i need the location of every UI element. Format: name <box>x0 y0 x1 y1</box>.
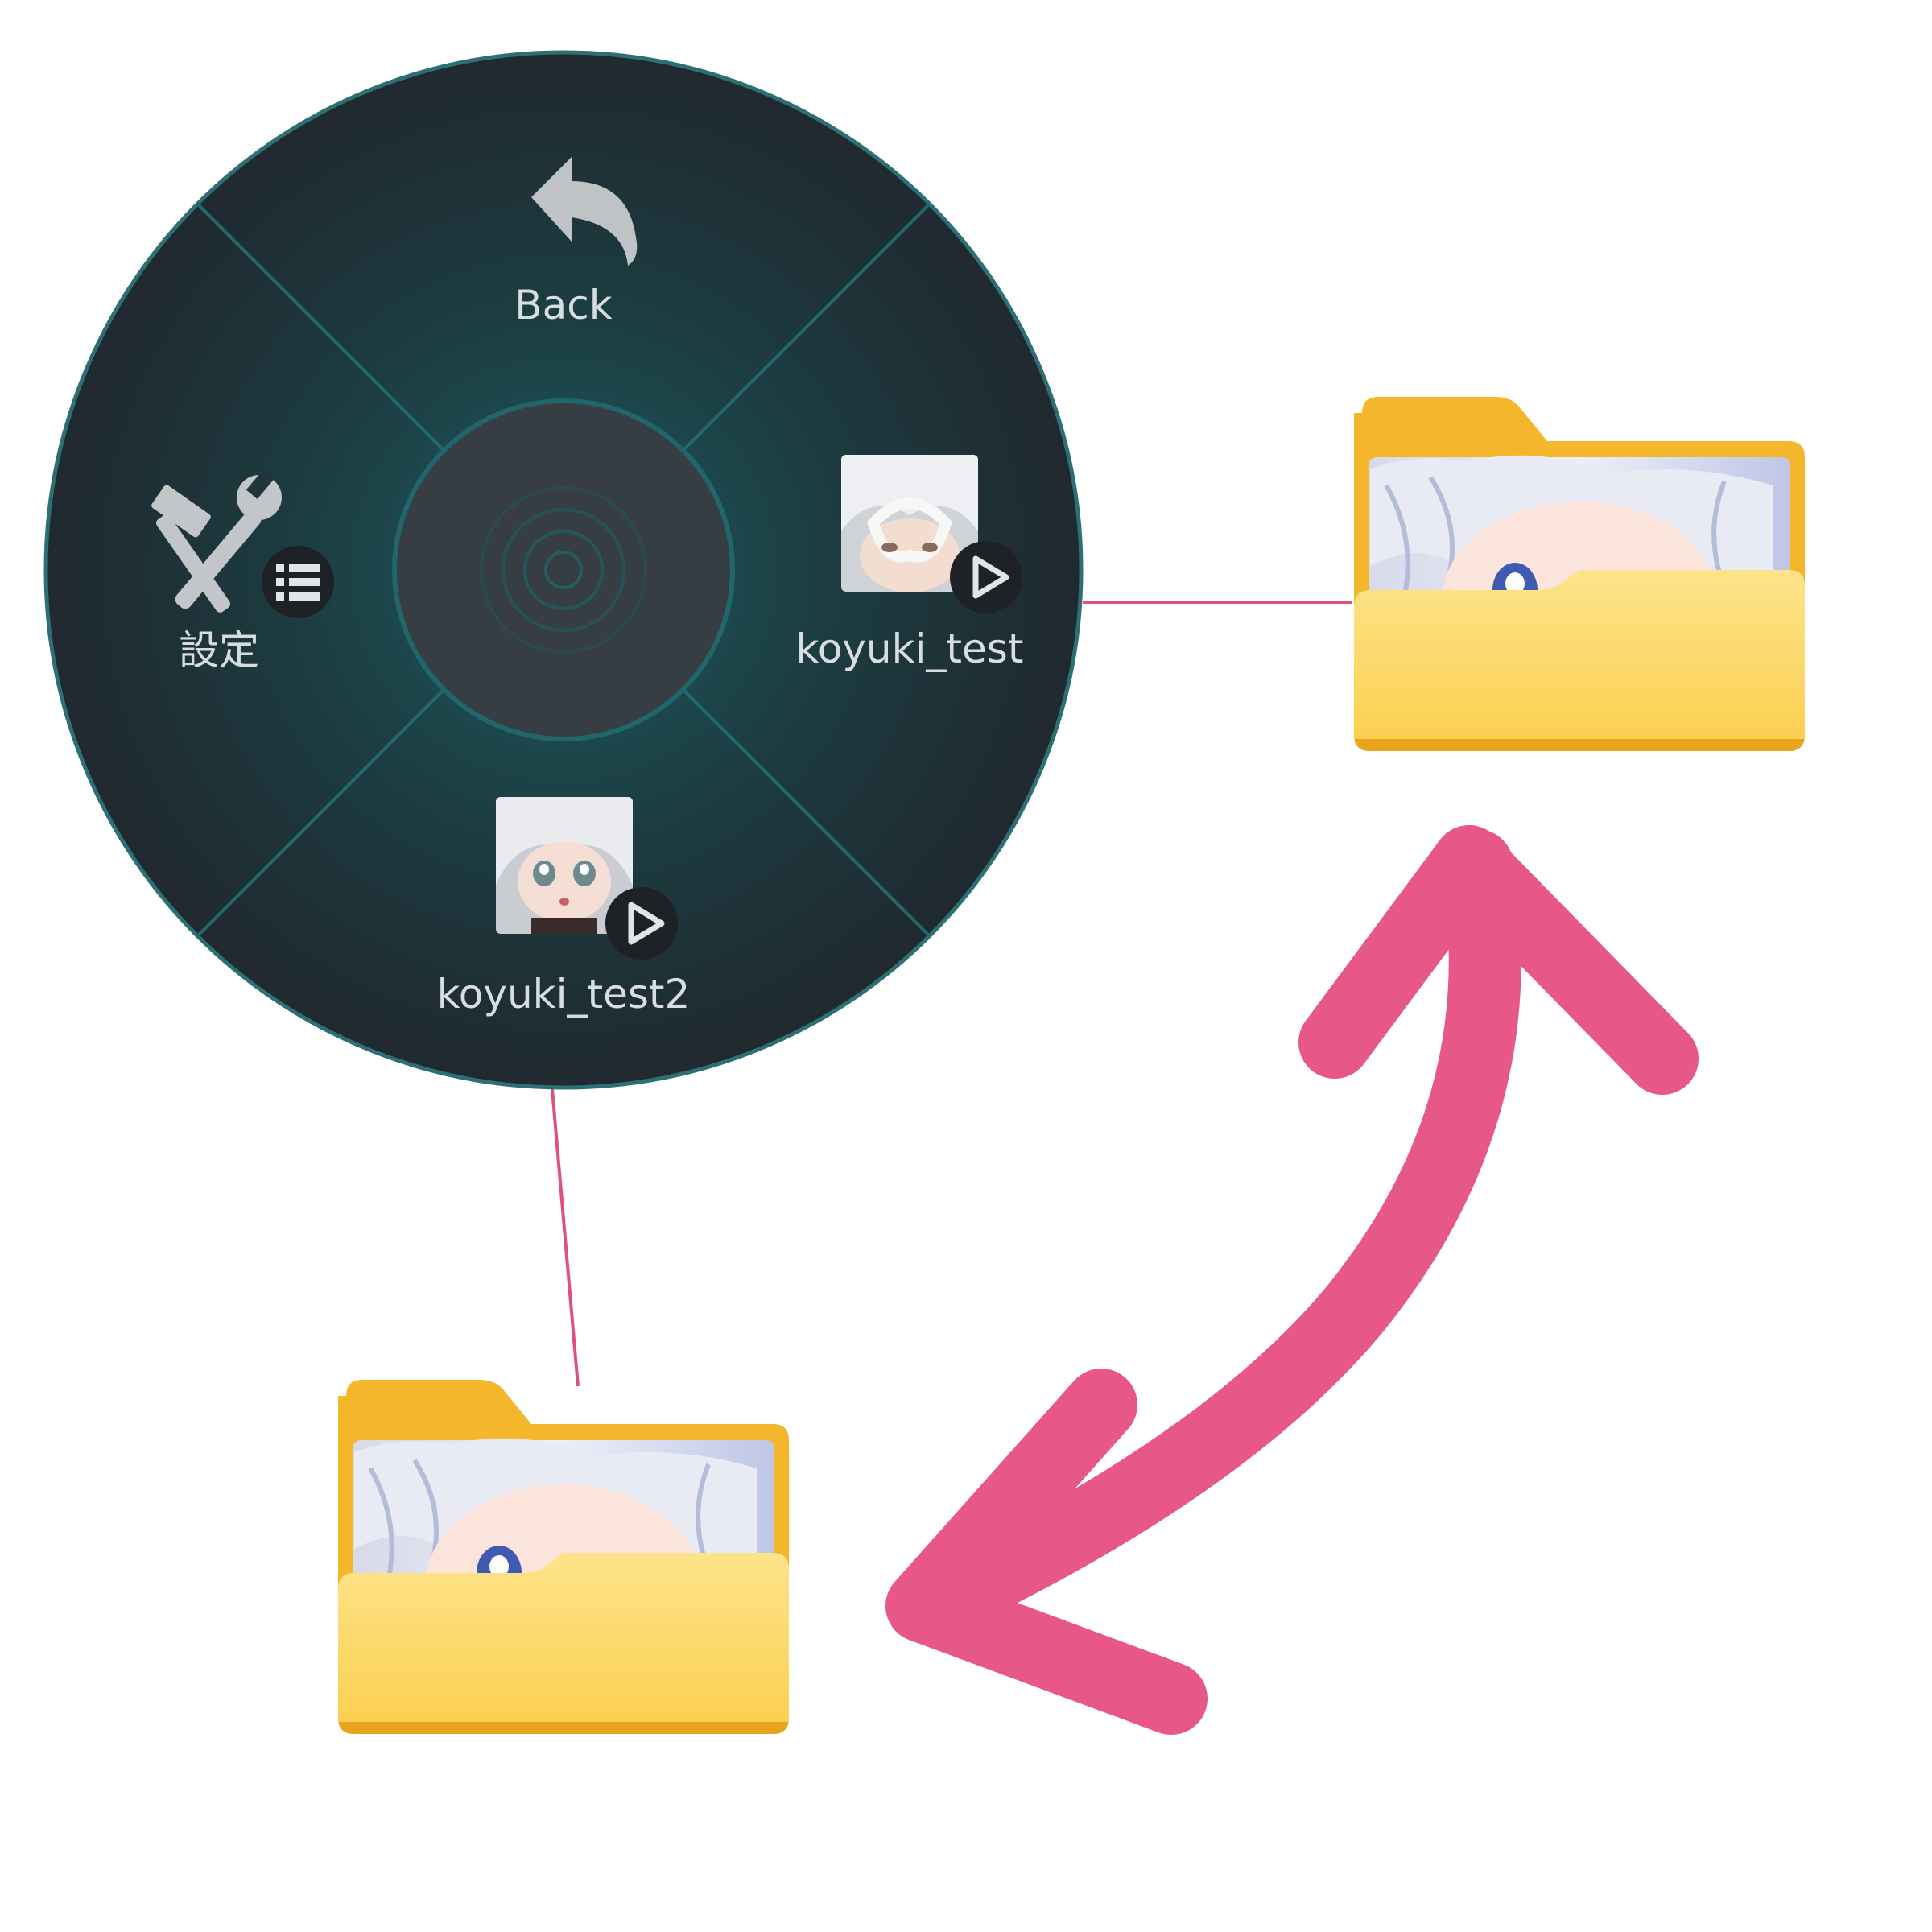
back-label: Back <box>514 282 612 328</box>
double-headed-curved-arrow <box>886 825 1699 1735</box>
play-icon <box>605 887 678 960</box>
toggle-1-label: koyuki_test <box>796 625 1024 672</box>
center-button[interactable] <box>392 398 735 741</box>
folder-icon <box>338 1380 789 1734</box>
connector-line-toggle-2 <box>549 1070 580 1387</box>
canvas: Back 設定 koyuki_test koyuki_test2 <box>0 0 1932 1932</box>
folder-icon <box>1354 397 1805 751</box>
scene-svg: Back 設定 koyuki_test koyuki_test2 <box>43 50 1932 1735</box>
settings-label: 設定 <box>179 627 259 674</box>
radial-menu: Back 設定 koyuki_test koyuki_test2 <box>43 50 1084 1090</box>
list-icon <box>262 546 334 618</box>
toggle-2-label: koyuki_test2 <box>437 971 691 1018</box>
play-icon <box>950 541 1022 613</box>
